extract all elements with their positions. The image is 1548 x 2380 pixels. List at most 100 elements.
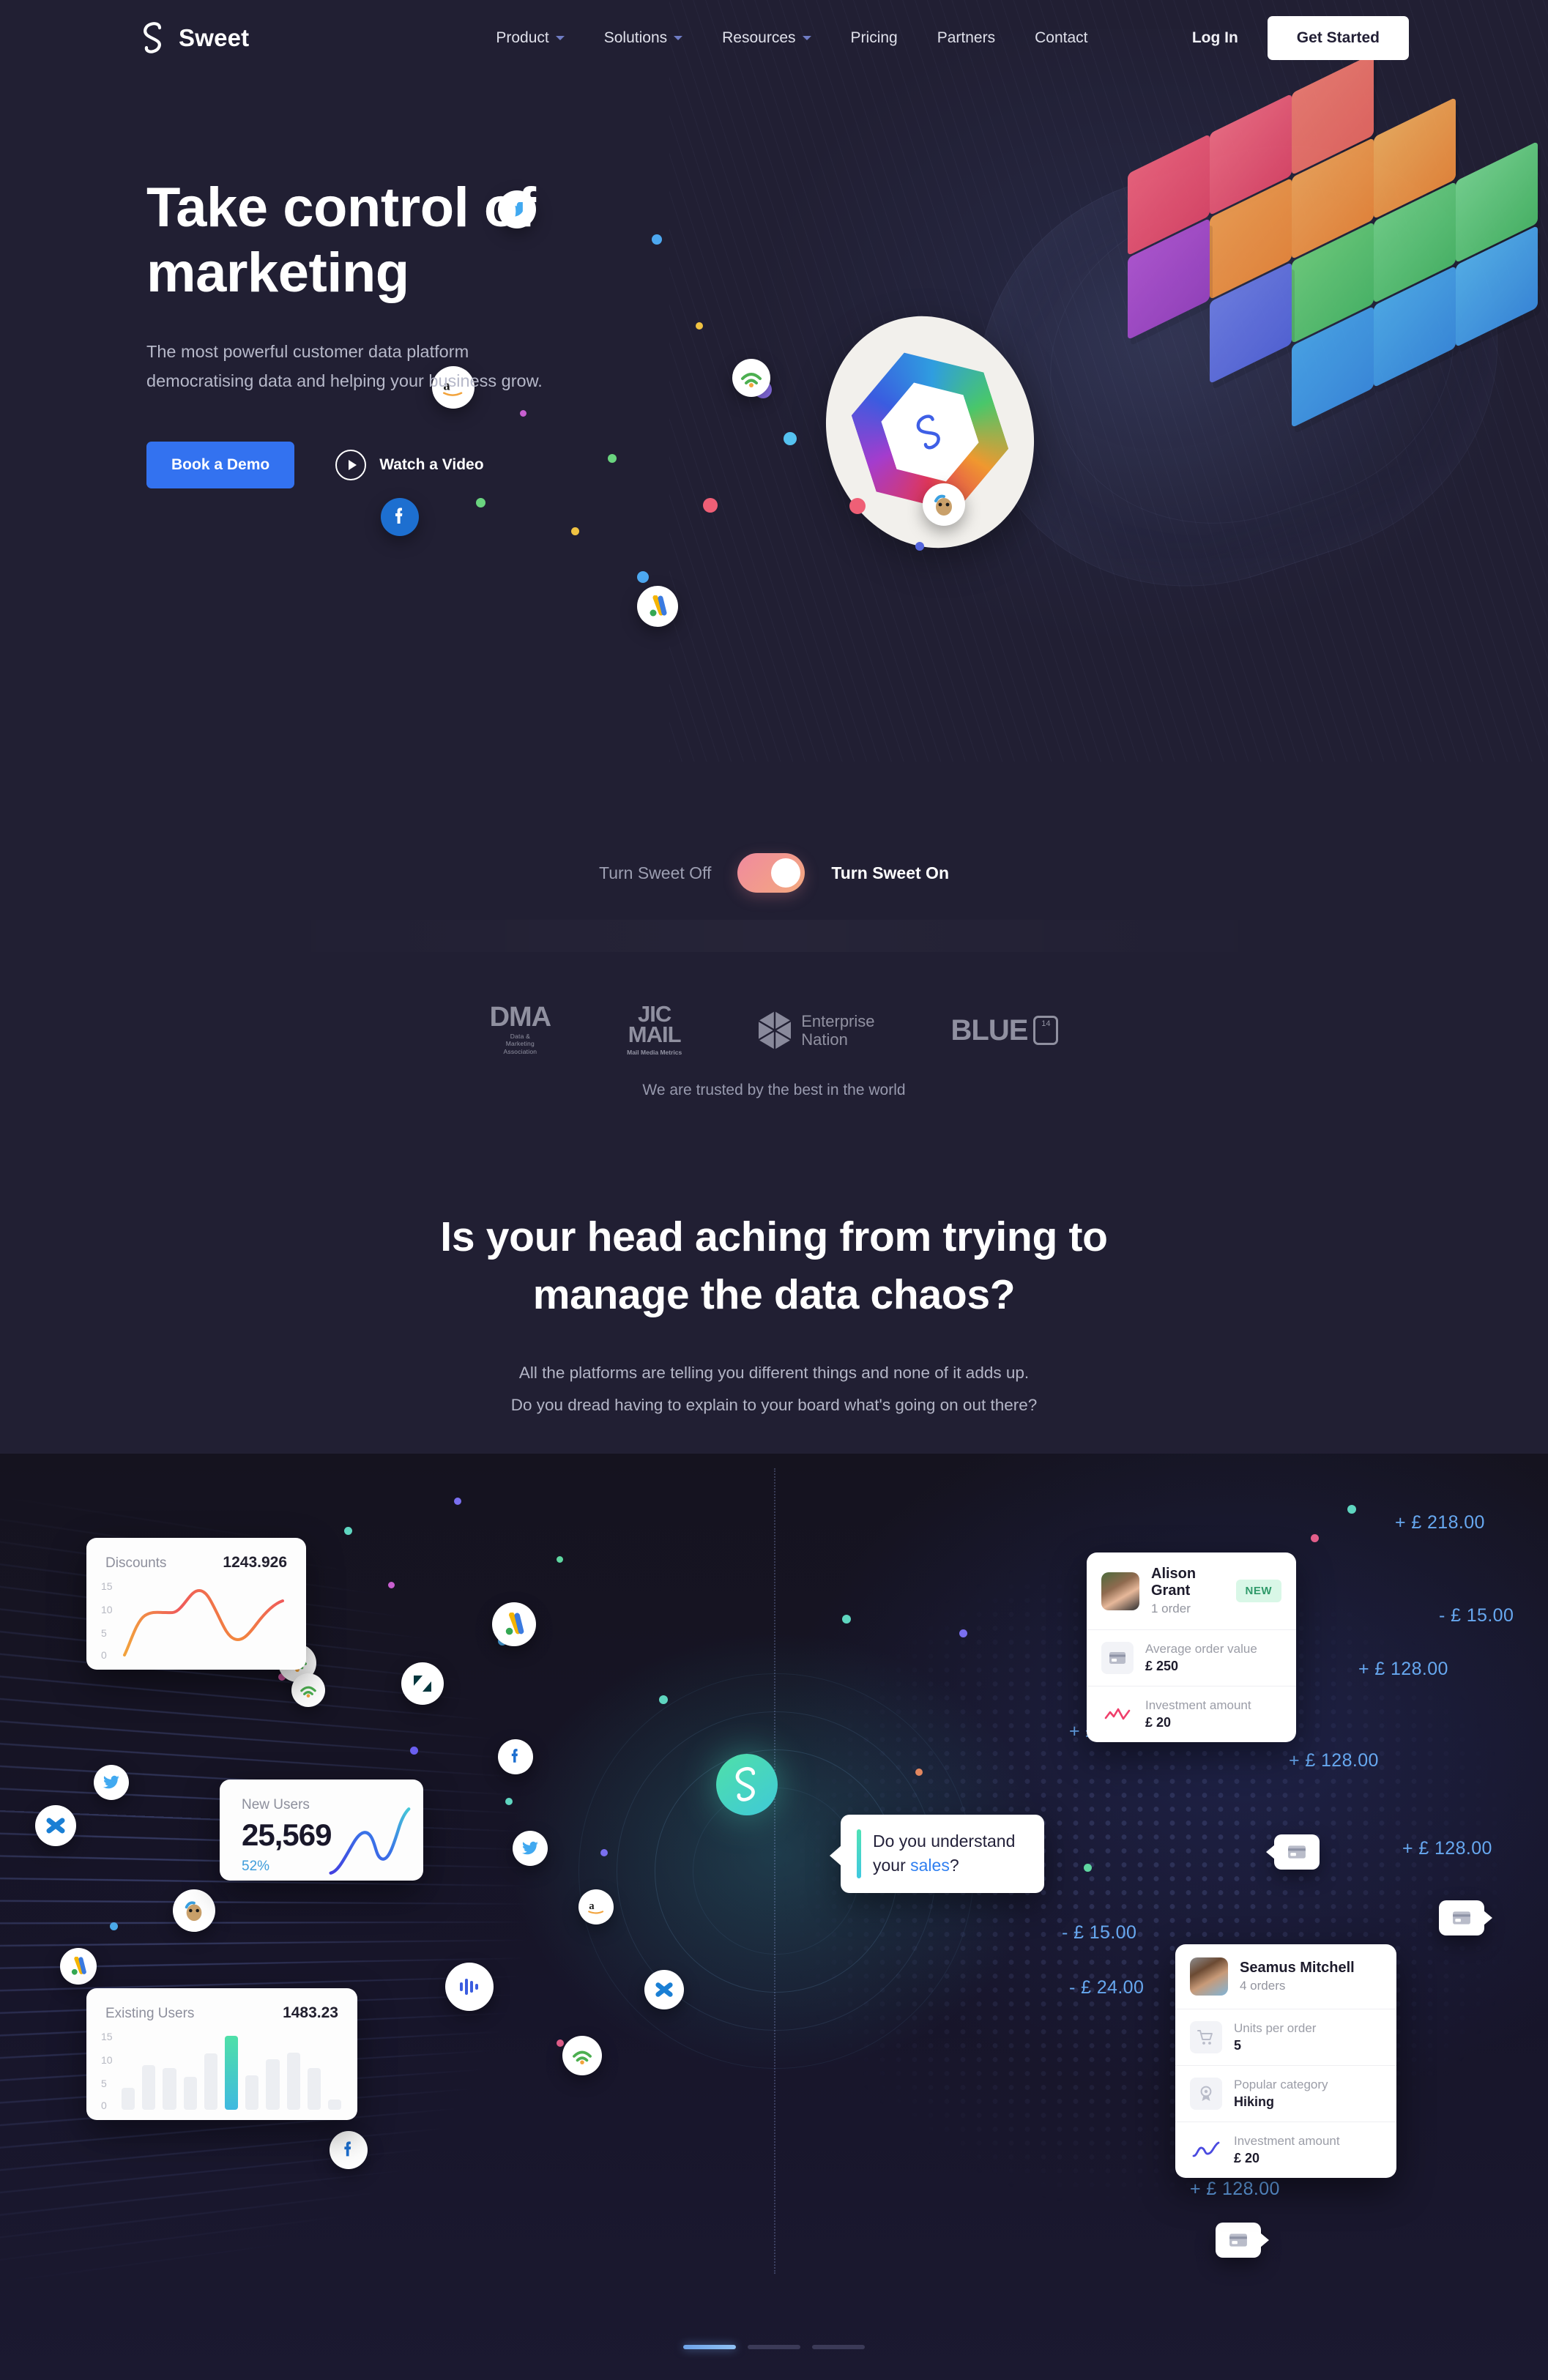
- decor-dot: [915, 542, 924, 551]
- watch-video-label: Watch a Video: [379, 456, 483, 474]
- discounts-card-title: Discounts: [105, 1555, 166, 1572]
- row-value: 5: [1234, 2038, 1316, 2053]
- profile-card-alison-grant: Alison Grant 1 order NEW Average order v…: [1087, 1552, 1296, 1742]
- google-ads-icon[interactable]: [60, 1948, 97, 1985]
- card-chip-bubble: [1439, 1900, 1484, 1935]
- hubspot-icon[interactable]: [562, 2036, 602, 2075]
- logo-blue: BLUE 14: [951, 1014, 1059, 1047]
- nav-item-contact[interactable]: Contact: [1015, 29, 1107, 47]
- sweet-toggle-row: Turn Sweet Off Turn Sweet On: [0, 853, 1548, 893]
- nav-item-pricing[interactable]: Pricing: [831, 29, 918, 47]
- blue-chip: 14: [1033, 1016, 1058, 1045]
- hero-illustration: a: [827, 88, 1530, 688]
- watch-a-video-link[interactable]: Watch a Video: [335, 450, 483, 480]
- dma-mark: DMA: [490, 1005, 551, 1030]
- nav-item-resources[interactable]: Resources: [702, 29, 830, 47]
- chevron-down-icon: [556, 36, 565, 40]
- xero-icon[interactable]: [644, 1970, 684, 2009]
- avatar: [1101, 1572, 1139, 1610]
- profile-orders: 4 orders: [1240, 1979, 1355, 1993]
- facebook-icon[interactable]: [330, 2131, 368, 2169]
- jicmail-tagline: Mail Media Metrics: [627, 1049, 682, 1056]
- chevron-down-icon: [674, 36, 682, 40]
- facebook-icon[interactable]: [498, 1739, 533, 1774]
- google-ads-icon[interactable]: [637, 586, 678, 627]
- line-chart-icon: [1190, 2134, 1222, 2166]
- zendesk-icon[interactable]: [401, 1662, 444, 1705]
- bubble-accent-bar: [857, 1829, 861, 1878]
- hero-section: Take control of marketing The most power…: [146, 176, 703, 488]
- existing-users-card: Existing Users 1483.23 15 10 5 0: [86, 1988, 357, 2120]
- discounts-ytick-5: 5: [101, 1627, 107, 1639]
- dma-sub-line3: Association: [490, 1048, 551, 1056]
- profile-orders: 1 order: [1151, 1602, 1224, 1616]
- discounts-ytick-0: 0: [101, 1649, 107, 1661]
- twitter-icon[interactable]: [94, 1765, 129, 1800]
- decor-dot: [703, 498, 718, 513]
- bar: [245, 2075, 258, 2110]
- existing-users-bar-chart: [122, 2028, 341, 2110]
- sweet-s-logo-icon: [139, 22, 168, 54]
- brand-logo[interactable]: Sweet: [139, 22, 249, 54]
- status-badge: NEW: [1236, 1580, 1282, 1602]
- sweet-toggle-switch[interactable]: [737, 853, 805, 893]
- existing-ytick-5: 5: [101, 2078, 107, 2089]
- sweet-hub-node[interactable]: [716, 1754, 778, 1815]
- carousel-dot-3[interactable]: [812, 2345, 865, 2349]
- profile-name: Seamus Mitchell: [1240, 1960, 1355, 1976]
- chevron-down-icon: [803, 36, 811, 40]
- existing-ytick-10: 10: [101, 2054, 113, 2066]
- discounts-ytick-15: 15: [101, 1580, 113, 1592]
- bar: [225, 2036, 238, 2110]
- new-users-delta: 52%: [242, 1859, 331, 1875]
- hubspot-icon[interactable]: [732, 359, 770, 397]
- hero-title-line1: Take control of: [146, 176, 536, 239]
- logo-enterprise-nation: Enterprise Nation: [758, 1011, 874, 1050]
- price-tag: + £ 128.00: [1358, 1659, 1448, 1680]
- login-link[interactable]: Log In: [1163, 29, 1268, 47]
- speech-bubble: Do you understand your sales?: [841, 1815, 1044, 1893]
- enterprise-nation-mark-icon: [758, 1011, 792, 1050]
- facebook-icon[interactable]: [381, 498, 419, 536]
- profile-row: Units per order 5: [1175, 2009, 1396, 2065]
- bubble-line1: Do you understand: [873, 1832, 1015, 1851]
- chaos-sub-line2: Do you dread having to explain to your b…: [0, 1389, 1548, 1421]
- price-tag: - £ 24.00: [1069, 1977, 1144, 1998]
- enterprise-line2: Nation: [801, 1030, 874, 1049]
- nav-item-solutions[interactable]: Solutions: [584, 29, 702, 47]
- ribbon-icon: [1190, 2078, 1222, 2110]
- hubspot-icon[interactable]: [291, 1673, 325, 1707]
- row-label: Investment amount: [1234, 2134, 1340, 2149]
- card-chip-bubble: [1274, 1834, 1320, 1870]
- price-tag: - £ 15.00: [1439, 1605, 1514, 1626]
- header-actions: Log In Get Started: [1163, 16, 1409, 60]
- profile-row: Investment amount £ 20: [1087, 1686, 1296, 1742]
- xero-icon[interactable]: [35, 1805, 76, 1846]
- carousel-indicators: [0, 2345, 1548, 2349]
- row-label: Average order value: [1145, 1642, 1257, 1656]
- avatar: [1190, 1957, 1228, 1996]
- carousel-dot-2[interactable]: [748, 2345, 800, 2349]
- book-a-demo-button[interactable]: Book a Demo: [146, 442, 294, 488]
- twitter-icon[interactable]: [513, 1831, 548, 1866]
- bubble-prefix: your: [873, 1856, 910, 1875]
- nav-item-product[interactable]: Product: [476, 29, 584, 47]
- existing-users-value: 1483.23: [283, 2004, 338, 2022]
- hero-title: Take control of marketing: [146, 176, 703, 306]
- main-nav: Product Solutions Resources Pricing Part…: [476, 29, 1107, 47]
- google-ads-icon[interactable]: [492, 1602, 536, 1646]
- bar: [308, 2068, 321, 2110]
- carousel-dot-1[interactable]: [683, 2345, 736, 2349]
- slack-icon[interactable]: [445, 1963, 494, 2011]
- nav-item-partners[interactable]: Partners: [918, 29, 1015, 47]
- get-started-button[interactable]: Get Started: [1268, 16, 1409, 60]
- hero-title-line2: marketing: [146, 242, 409, 304]
- amazon-icon[interactable]: a: [578, 1889, 614, 1925]
- chaos-section: Is your head aching from trying to manag…: [0, 1208, 1548, 1421]
- dma-sub-line2: Marketing: [490, 1040, 551, 1048]
- bar: [204, 2053, 217, 2110]
- profile-row: Investment amount £ 20: [1175, 2121, 1396, 2178]
- bubble-text: Do you understand your sales?: [873, 1829, 1015, 1878]
- mailchimp-icon[interactable]: [923, 483, 965, 526]
- mailchimp-icon[interactable]: [173, 1889, 215, 1932]
